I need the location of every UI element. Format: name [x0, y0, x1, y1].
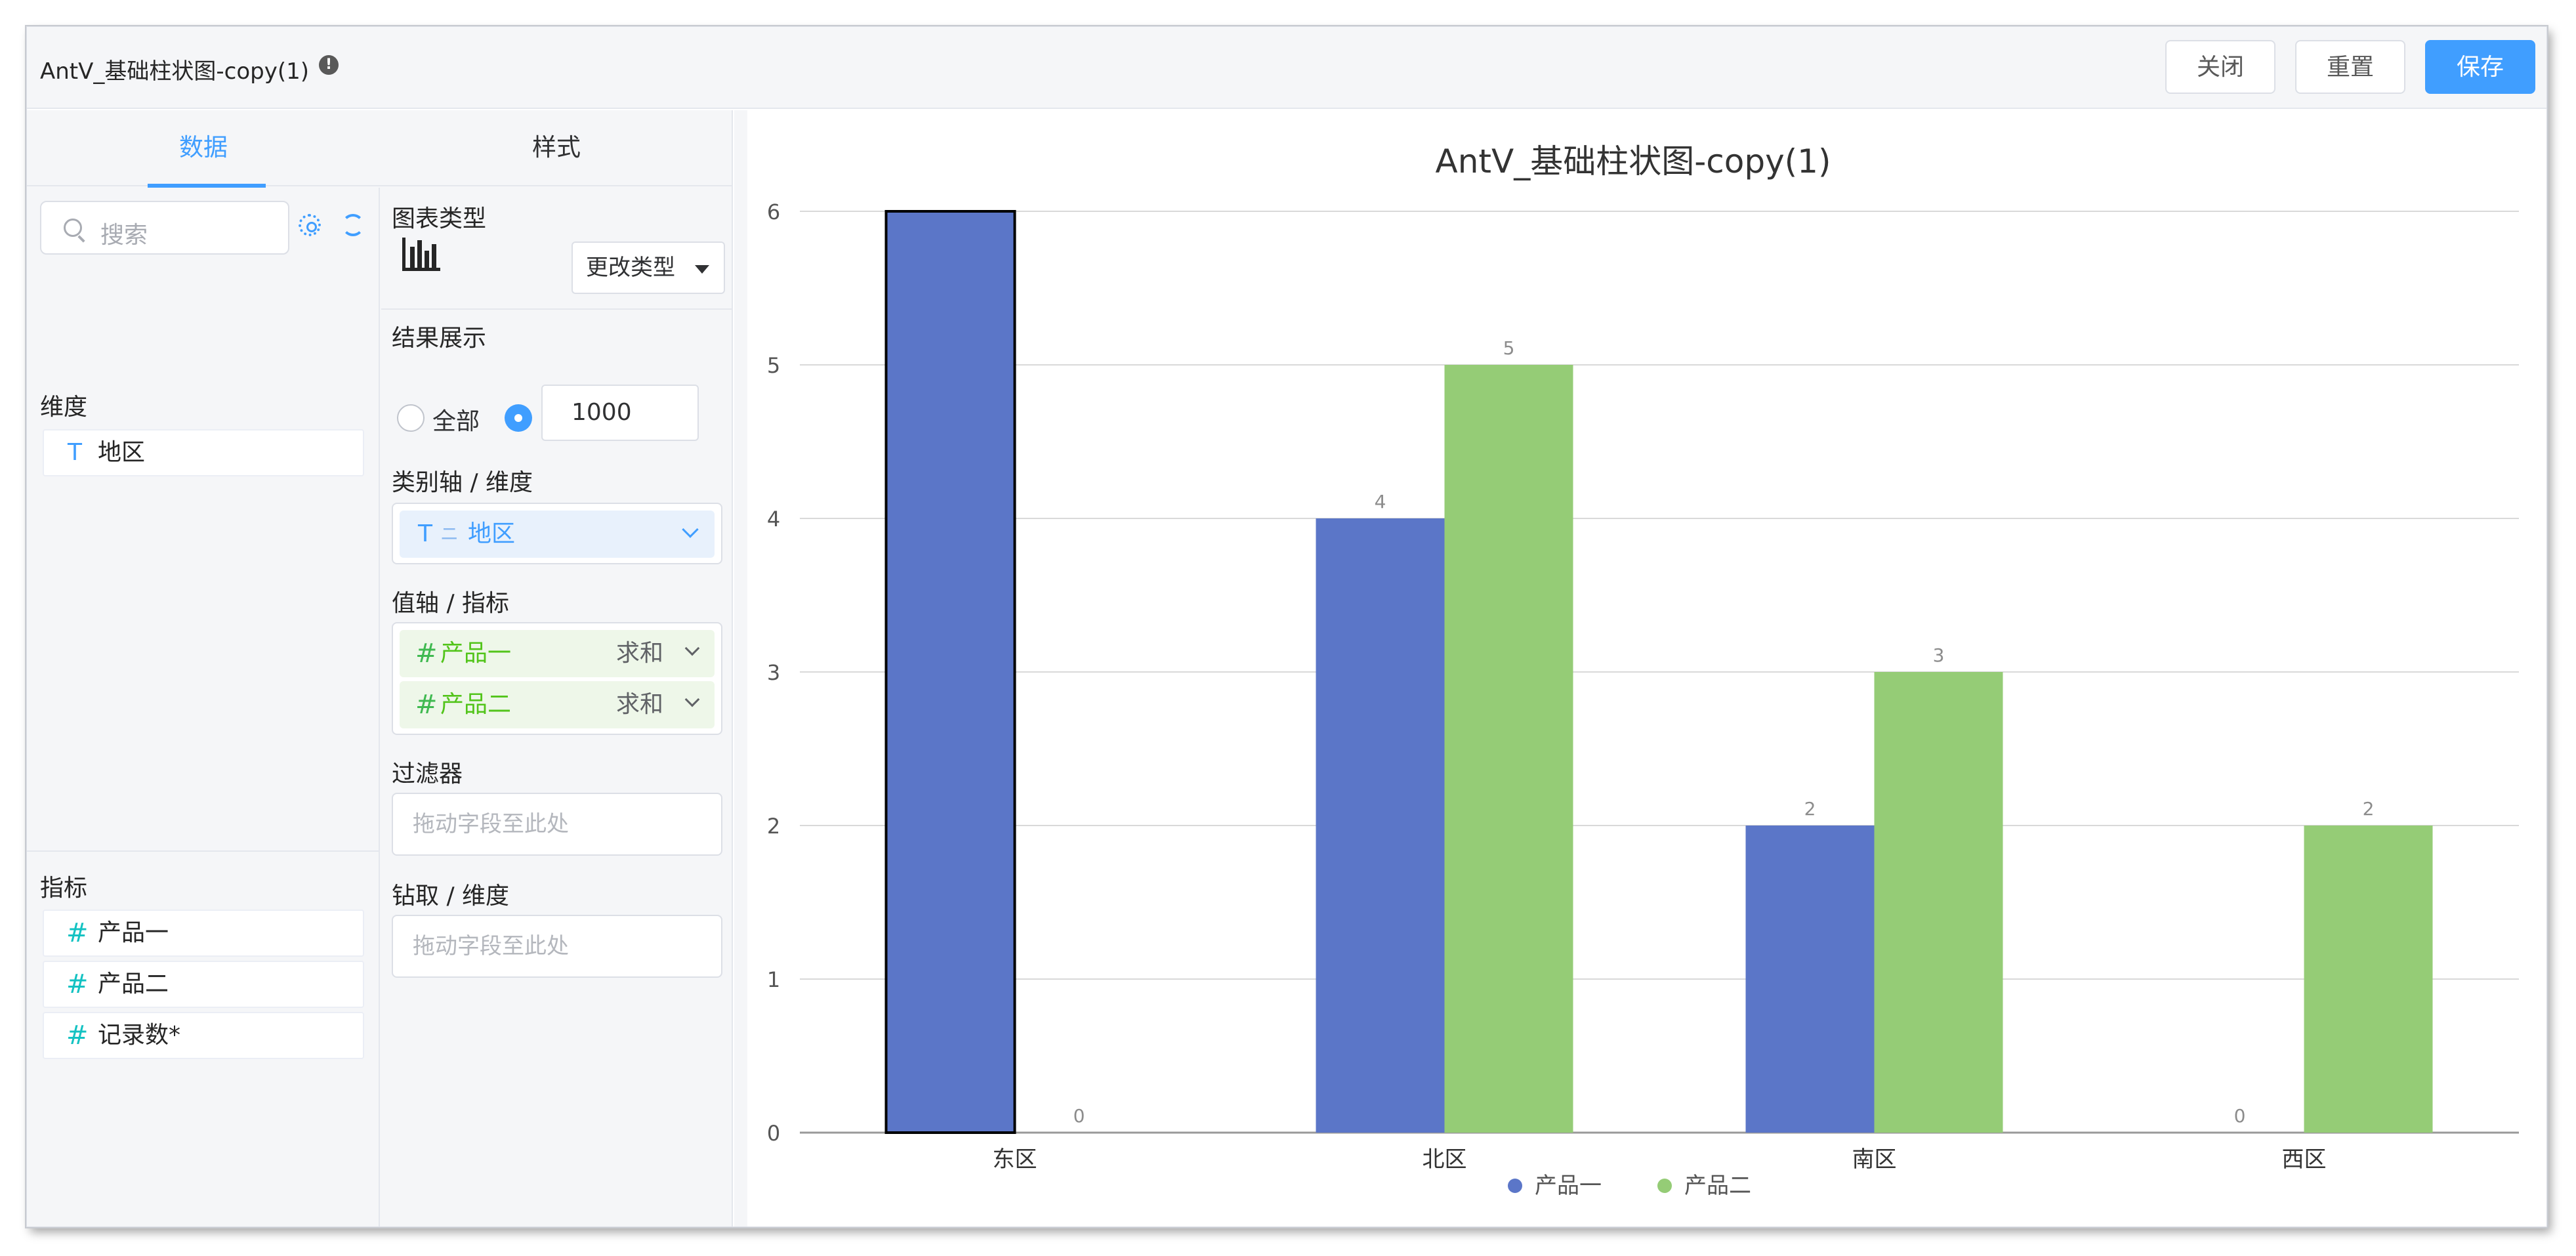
sort-icon: ニ	[440, 523, 459, 545]
editor-header: AntV_基础柱状图-copy(1) ! 关闭 重置 保存	[27, 27, 2546, 109]
number-type-icon: #	[415, 690, 438, 720]
number-type-icon: #	[66, 918, 89, 948]
result-limit-radio[interactable]	[505, 404, 532, 432]
value-field-label: 产品二	[440, 691, 512, 718]
legend-label: 产品一	[1535, 1173, 1602, 1199]
x-tick-label: 西区	[2282, 1146, 2327, 1173]
data-label: 3	[1933, 644, 1945, 666]
info-icon[interactable]: !	[319, 55, 339, 75]
refresh-icon[interactable]	[342, 214, 364, 236]
save-button[interactable]: 保存	[2425, 40, 2535, 94]
drill-title: 钻取 / 维度	[392, 883, 510, 910]
filter-dropzone[interactable]: 拖动字段至此处	[392, 793, 722, 856]
drill-dropzone[interactable]: 拖动字段至此处	[392, 915, 722, 978]
measure-field-label: 记录数*	[98, 1022, 181, 1049]
field-search-input[interactable]: 搜索	[40, 201, 289, 255]
value-field-chip[interactable]: # 产品二 求和	[400, 681, 715, 728]
value-axis-dropzone[interactable]: # 产品一 求和 # 产品二 求和	[392, 622, 722, 735]
measure-field-item[interactable]: # 记录数*	[43, 1012, 364, 1059]
chart-title: AntV_基础柱状图-copy(1)	[1436, 142, 1831, 180]
y-tick-label: 3	[767, 660, 780, 685]
reset-button[interactable]: 重置	[2295, 40, 2405, 94]
data-label: 0	[2234, 1105, 2246, 1127]
aggregation-label[interactable]: 求和	[616, 681, 663, 728]
close-button[interactable]: 关闭	[2165, 40, 2275, 94]
bar-1	[884, 210, 1016, 1134]
data-label: 0	[1073, 1105, 1085, 1127]
category-field-chip[interactable]: T ニ 地区	[400, 511, 715, 558]
y-tick-label: 4	[767, 507, 780, 532]
legend-label: 产品二	[1684, 1173, 1751, 1199]
result-all-label: 全部	[432, 408, 480, 435]
tab-data-label: 数据	[179, 133, 228, 161]
x-tick-label: 东区	[993, 1146, 1037, 1173]
bar-2	[2304, 826, 2433, 1133]
dimension-field-item[interactable]: T 地区	[43, 429, 364, 476]
y-tick-label: 5	[767, 353, 780, 378]
result-all-radio[interactable]	[397, 404, 425, 432]
y-tick-label: 0	[767, 1121, 780, 1146]
y-tick-label: 1	[767, 967, 780, 992]
chart-canvas: AntV_基础柱状图-copy(1) 0 1 2 3 4 5 6 东区 0 北区 4 5 南区 2 3 西区 0 2…	[747, 110, 2546, 1226]
measure-field-label: 产品二	[98, 971, 169, 997]
search-icon	[64, 219, 82, 237]
dimension-field-label: 地区	[98, 439, 146, 466]
chevron-down-icon[interactable]	[682, 521, 699, 538]
category-axis-dropzone[interactable]: T ニ 地区	[392, 503, 722, 564]
category-field-label: 地区	[468, 520, 516, 547]
chevron-down-icon[interactable]	[684, 692, 700, 707]
measures-title: 指标	[40, 875, 88, 902]
tab-style[interactable]: 样式	[380, 110, 733, 186]
category-axis-title: 类别轴 / 维度	[392, 469, 533, 496]
number-type-icon: #	[66, 969, 89, 999]
legend-marker	[1657, 1179, 1672, 1193]
aggregation-label[interactable]: 求和	[616, 630, 663, 677]
legend-marker	[1508, 1179, 1522, 1193]
value-axis-title: 值轴 / 指标	[392, 590, 510, 617]
bar-chart: AntV_基础柱状图-copy(1) 0 1 2 3 4 5 6 东区 0 北区 4 5 南区 2 3 西区 0 2…	[767, 142, 2519, 1199]
filter-title: 过滤器	[392, 761, 463, 787]
panel-tabs: 数据 样式	[27, 110, 733, 188]
data-label: 2	[1804, 798, 1816, 820]
number-type-icon: #	[415, 638, 438, 669]
search-placeholder: 搜索	[100, 222, 148, 249]
measure-field-item[interactable]: # 产品二	[43, 961, 364, 1008]
chart-editor-window: AntV_基础柱状图-copy(1) ! 关闭 重置 保存 数据 样式 搜索 维…	[26, 26, 2547, 1227]
measure-field-label: 产品一	[98, 919, 169, 946]
chevron-down-icon[interactable]	[684, 640, 700, 656]
x-tick-label: 南区	[1852, 1146, 1897, 1173]
number-type-icon: #	[66, 1020, 89, 1051]
bar-2	[1444, 365, 1573, 1133]
bar-2	[1874, 672, 2003, 1133]
measure-field-item[interactable]: # 产品一	[43, 910, 364, 957]
y-tick-label: 6	[767, 199, 780, 224]
text-type-icon: T	[68, 439, 82, 466]
chart-name-title: AntV_基础柱状图-copy(1)	[40, 58, 310, 85]
dimensions-title: 维度	[40, 394, 88, 421]
value-field-chip[interactable]: # 产品一 求和	[400, 630, 715, 677]
field-list-panel: 搜索 维度 T 地区 指标 # 产品一 # 产品二 # 记录数*	[27, 188, 380, 1226]
data-label: 5	[1503, 337, 1515, 359]
section-divider	[27, 850, 380, 852]
y-tick-label: 2	[767, 814, 780, 839]
value-field-label: 产品一	[440, 640, 512, 667]
data-label: 2	[2363, 798, 2375, 820]
bar-1	[1745, 826, 1875, 1133]
x-tick-label: 北区	[1423, 1146, 1467, 1173]
tab-data[interactable]: 数据	[27, 110, 380, 188]
chart-gutter	[734, 110, 747, 1226]
data-label: 4	[1375, 491, 1386, 513]
text-type-icon: T	[418, 520, 432, 547]
chart-config-panel-lower: 全部 1000 类别轴 / 维度 T ニ 地区 值轴 / 指标 # 产品一 求和…	[381, 188, 733, 1226]
settings-icon[interactable]	[299, 214, 321, 236]
bar-1	[1316, 518, 1445, 1133]
result-limit-input[interactable]: 1000	[541, 385, 699, 441]
